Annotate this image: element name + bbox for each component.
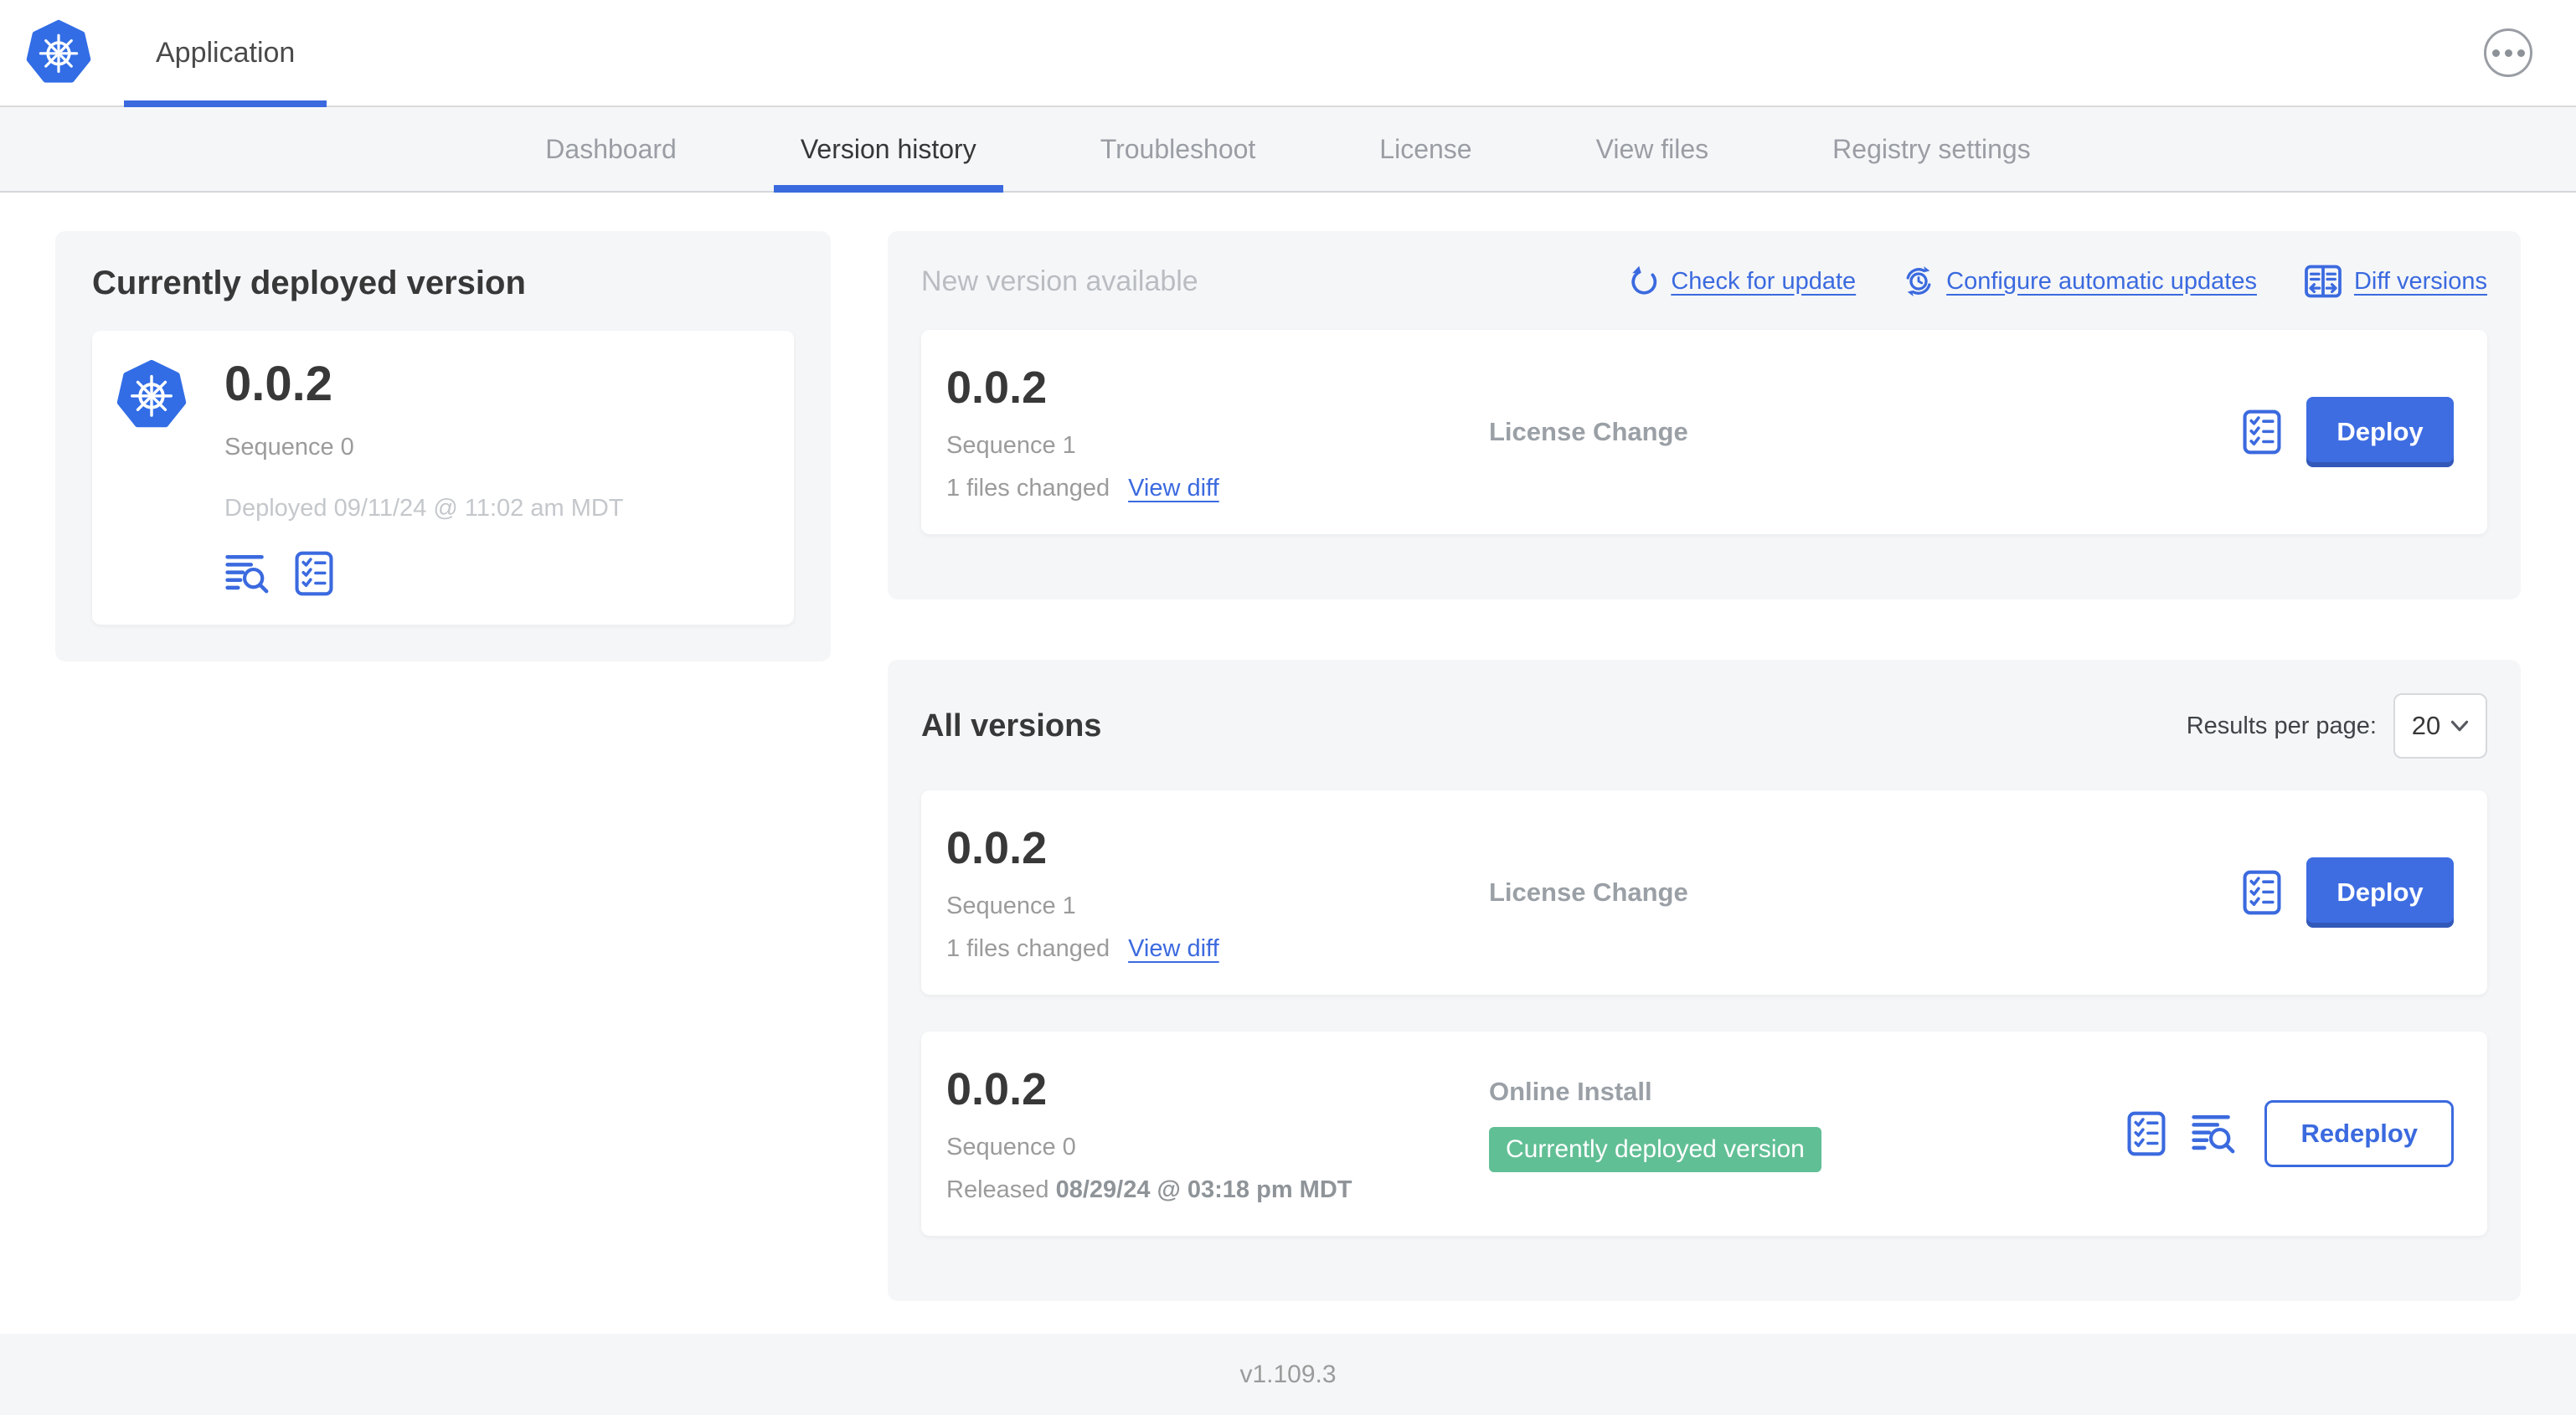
check-for-update-link[interactable]: Check for update — [1627, 265, 1856, 297]
version-actions: Deploy — [2243, 822, 2454, 963]
kubernetes-logo-icon — [25, 19, 92, 86]
deploy-button[interactable]: Deploy — [2306, 857, 2454, 928]
tab-version-history[interactable]: Version history — [773, 107, 1003, 193]
deploy-logs-icon[interactable] — [2191, 1114, 2239, 1154]
results-per-page-label: Results per page: — [2186, 712, 2377, 739]
files-changed-label: 1 files changed — [946, 935, 1110, 962]
all-versions-title: All versions — [921, 708, 1102, 744]
current-version-actions — [224, 551, 624, 596]
released-timestamp: Released 08/29/24 @ 03:18 pm MDT — [946, 1176, 1489, 1204]
sequence-label: Sequence 1 — [946, 432, 1076, 459]
tab-dashboard[interactable]: Dashboard — [518, 107, 703, 191]
all-versions-panel: All versions Results per page: 20 0.0.2 … — [888, 660, 2521, 1301]
version-source-label: License Change — [1489, 877, 1688, 907]
tab-view-files[interactable]: View files — [1569, 107, 1736, 191]
check-for-update-label: Check for update — [1671, 267, 1857, 295]
ellipsis-icon — [2491, 49, 2525, 57]
current-sequence-label: Sequence 0 — [224, 434, 354, 461]
version-actions: Redeploy — [2127, 1063, 2454, 1204]
released-date: 08/29/24 @ 03:18 pm MDT — [1055, 1176, 1352, 1203]
version-source-area: Online Install Currently deployed versio… — [1489, 1063, 2127, 1204]
app-header: Application — [0, 0, 2576, 107]
redeploy-button[interactable]: Redeploy — [2264, 1100, 2454, 1167]
currently-deployed-title: Currently deployed version — [92, 265, 526, 301]
configure-automatic-updates-link[interactable]: Configure automatic updates — [1903, 265, 2257, 297]
currently-deployed-card: 0.0.2 Sequence 0 Deployed 09/11/24 @ 11:… — [92, 331, 794, 625]
all-versions-header: All versions Results per page: 20 — [921, 693, 2487, 759]
preflight-checks-icon[interactable] — [295, 551, 333, 596]
version-details: 0.0.2 Sequence 1 1 files changed View di… — [946, 822, 1489, 963]
refresh-ccw-icon — [1627, 265, 1659, 297]
split-diff-icon — [2304, 265, 2342, 298]
view-diff-link[interactable]: View diff — [1128, 935, 1219, 963]
preflight-checks-icon[interactable] — [2243, 870, 2281, 915]
currently-deployed-badge: Currently deployed version — [1489, 1127, 1821, 1172]
right-column: New version available Check for update C… — [888, 231, 2521, 1301]
chevron-down-icon — [2450, 720, 2469, 732]
version-source-area: License Change — [1489, 822, 2243, 963]
app-page: Application Dashboard Version history Tr… — [0, 0, 2576, 1415]
current-version-details: 0.0.2 Sequence 0 Deployed 09/11/24 @ 11:… — [224, 356, 624, 596]
tab-license[interactable]: License — [1352, 107, 1498, 191]
deploy-button[interactable]: Deploy — [2306, 397, 2454, 467]
clock-refresh-icon — [1903, 265, 1935, 297]
app-title: Application — [156, 36, 296, 69]
files-changed-row: 1 files changed View diff — [946, 475, 1489, 502]
update-links: Check for update Configure automatic upd… — [1627, 265, 2487, 298]
results-per-page-value: 20 — [2411, 711, 2441, 740]
kubernetes-logo-icon — [116, 359, 188, 431]
version-actions: Deploy — [2243, 362, 2454, 502]
new-version-title: New version available — [921, 265, 1198, 297]
configure-automatic-updates-label: Configure automatic updates — [1946, 267, 2257, 295]
main-content: Currently deployed version 0.0.2 Sequenc… — [0, 193, 2576, 1334]
diff-versions-label: Diff versions — [2353, 267, 2487, 295]
preflight-checks-icon[interactable] — [2127, 1111, 2166, 1156]
version-number: 0.0.2 — [946, 1064, 1048, 1114]
results-per-page-select[interactable]: 20 — [2393, 693, 2487, 759]
tab-registry-settings[interactable]: Registry settings — [1806, 107, 2058, 191]
released-prefix: Released — [946, 1176, 1056, 1203]
version-row-sequence-1: 0.0.2 Sequence 1 1 files changed View di… — [921, 790, 2487, 995]
console-version-label: v1.109.3 — [1239, 1360, 1337, 1388]
diff-versions-link[interactable]: Diff versions — [2304, 265, 2487, 298]
results-per-page: Results per page: 20 — [2187, 693, 2487, 759]
tab-troubleshoot[interactable]: Troubleshoot — [1074, 107, 1283, 191]
more-options-button[interactable] — [2484, 28, 2532, 77]
currently-deployed-panel: Currently deployed version 0.0.2 Sequenc… — [55, 231, 831, 661]
files-changed-row: 1 files changed View diff — [946, 935, 1489, 963]
files-changed-label: 1 files changed — [946, 475, 1110, 502]
version-number: 0.0.2 — [946, 823, 1048, 873]
version-details: 0.0.2 Sequence 1 1 files changed View di… — [946, 362, 1489, 502]
preflight-checks-icon[interactable] — [2243, 409, 2281, 455]
app-title-tab[interactable]: Application — [124, 0, 327, 107]
app-navbar: Dashboard Version history Troubleshoot L… — [0, 107, 2576, 193]
sequence-label: Sequence 0 — [946, 1134, 1076, 1160]
version-number: 0.0.2 — [946, 363, 1048, 413]
version-source-area: License Change — [1489, 362, 2243, 502]
version-row-sequence-0: 0.0.2 Sequence 0 Released 08/29/24 @ 03:… — [921, 1032, 2487, 1236]
view-diff-link[interactable]: View diff — [1128, 475, 1219, 502]
new-version-card: 0.0.2 Sequence 1 1 files changed View di… — [921, 330, 2487, 534]
version-details: 0.0.2 Sequence 0 Released 08/29/24 @ 03:… — [946, 1063, 1489, 1204]
sequence-label: Sequence 1 — [946, 893, 1076, 919]
current-deployed-timestamp: Deployed 09/11/24 @ 11:02 am MDT — [224, 495, 624, 522]
new-version-panel-header: New version available Check for update C… — [921, 265, 2487, 298]
new-version-panel: New version available Check for update C… — [888, 231, 2521, 599]
current-version-number: 0.0.2 — [224, 357, 332, 411]
version-source-label: License Change — [1489, 417, 1688, 446]
version-source-label: Online Install — [1489, 1077, 1652, 1106]
deploy-logs-icon[interactable] — [224, 553, 273, 594]
app-footer: v1.109.3 — [0, 1334, 2576, 1415]
